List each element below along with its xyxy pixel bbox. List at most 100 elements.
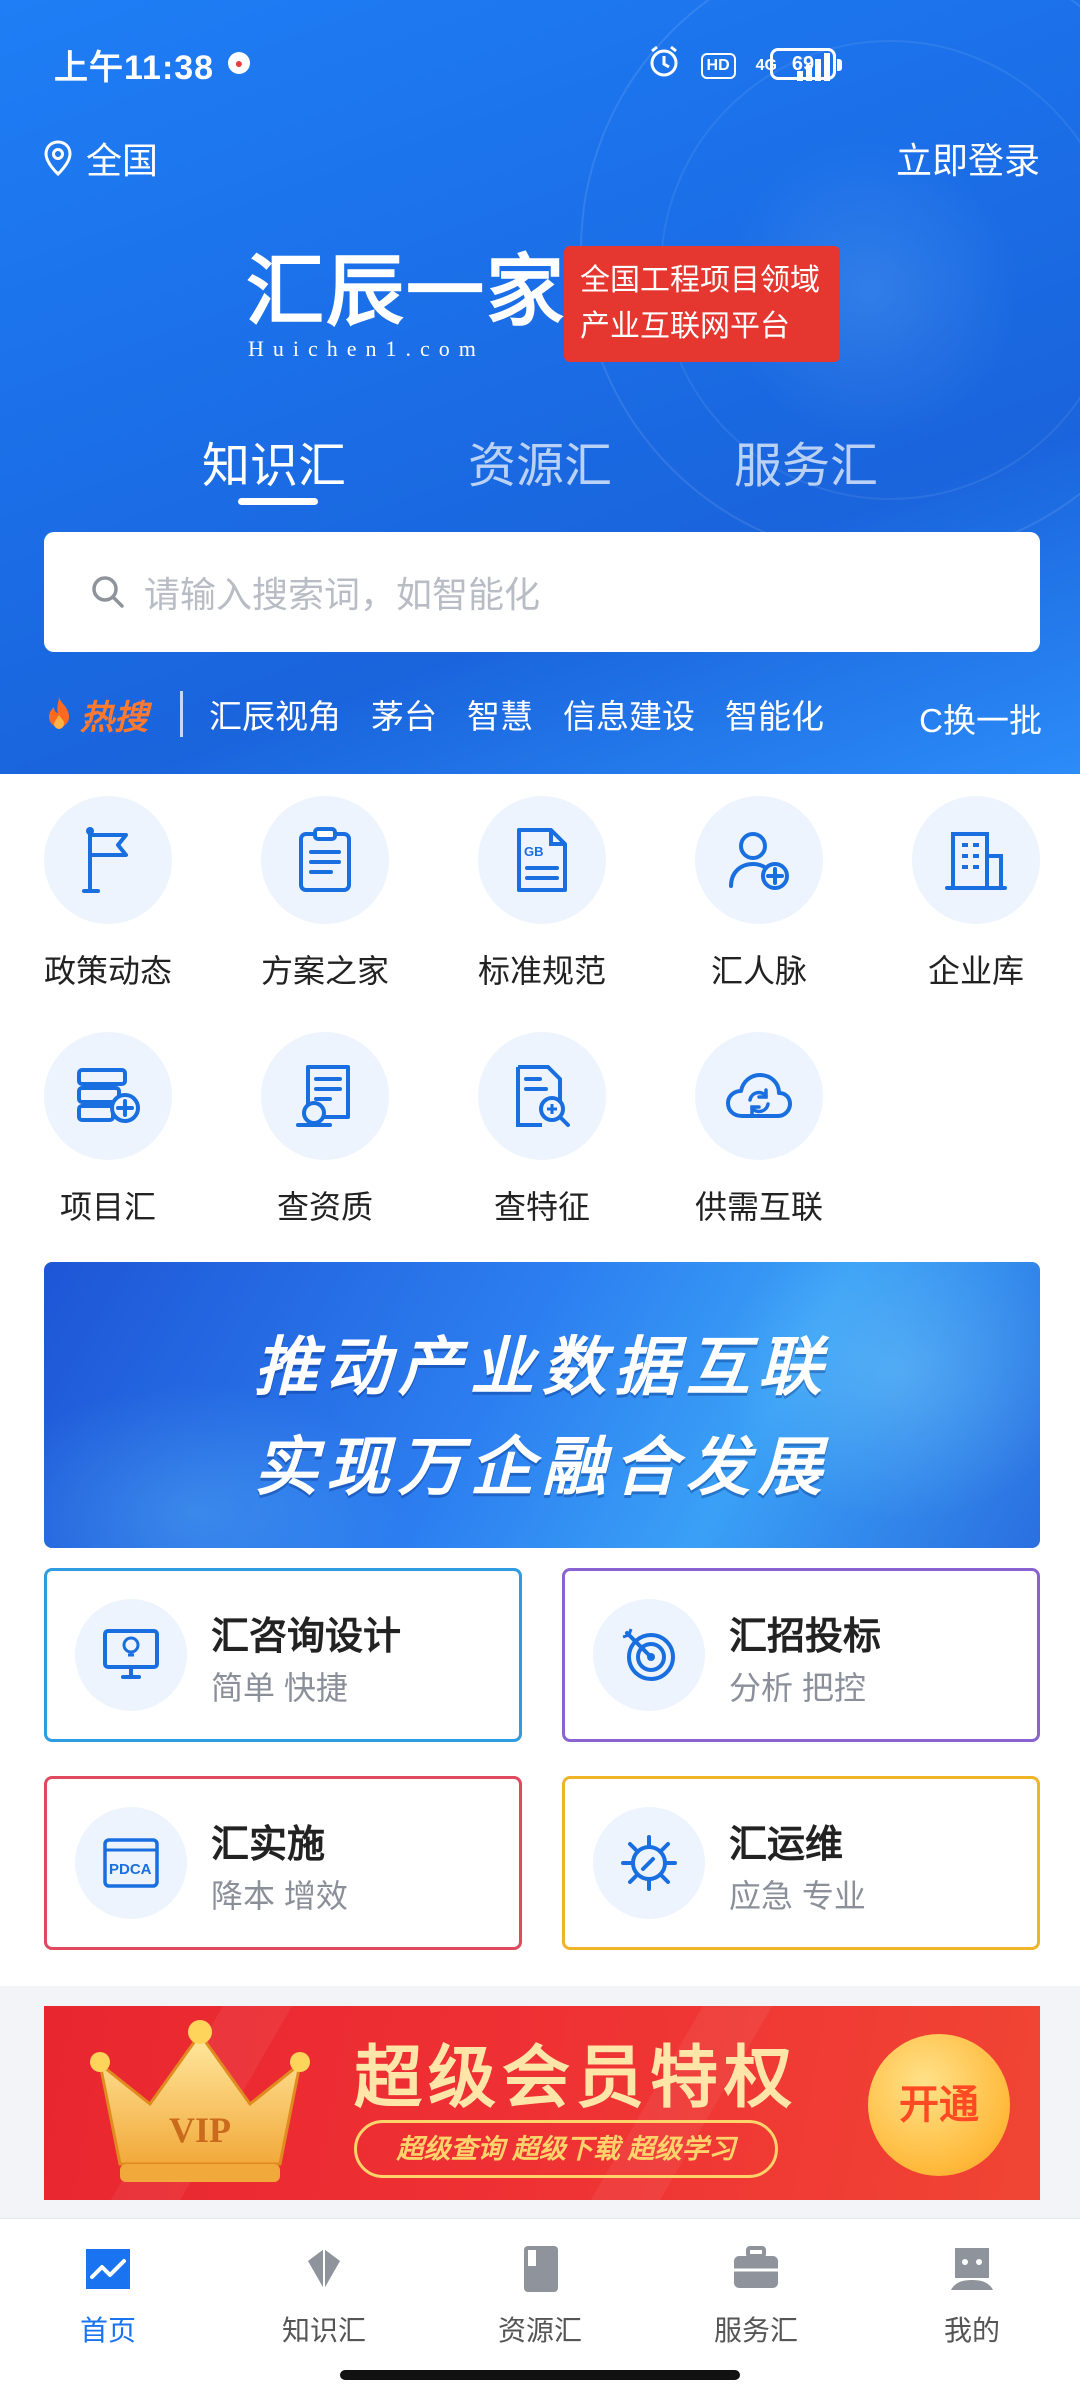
grid-label: 供需互联 (694, 1189, 823, 1225)
search-icon (92, 576, 124, 608)
hot-item[interactable]: 信息建设 (563, 690, 695, 738)
grid-label: 项目汇 (59, 1189, 156, 1225)
service-title: 汇运维 (729, 1824, 844, 1866)
status-bar: 上午11:38 ● HD 4G 69 (0, 0, 1080, 128)
search-input[interactable]: 请输入搜索词，如智能化 (44, 532, 1040, 652)
target-icon (593, 1599, 705, 1711)
battery-icon: 69 (770, 48, 842, 80)
divider (180, 691, 183, 737)
nav-label: 服务汇 (713, 2315, 798, 2346)
grid-label: 查资质 (276, 1189, 373, 1225)
alarm-icon (647, 44, 681, 87)
service-card-bidding[interactable]: 汇招投标 分析 把控 (562, 1568, 1040, 1742)
refresh-icon: C (919, 702, 943, 739)
nav-resources[interactable]: 资源汇 (470, 2241, 610, 2349)
brand-slogan: 全国工程项目领域 产业互联网平台 (564, 246, 840, 362)
hot-item[interactable]: 汇辰视角 (209, 690, 341, 738)
home-chart-icon (80, 2241, 136, 2297)
service-title: 汇招投标 (729, 1616, 882, 1658)
vip-title: 超级会员特权 (354, 2040, 799, 2116)
active-tab-indicator (238, 498, 318, 505)
grid-item-policy[interactable]: 政策动态 (28, 796, 188, 992)
nav-home[interactable]: 首页 (38, 2241, 178, 2349)
grid-label: 标准规范 (477, 953, 606, 989)
vip-crown-text: VIP (169, 2110, 231, 2150)
location-label: 全国 (86, 140, 159, 181)
vip-banner[interactable]: VIP 超级会员特权 超级查询 超级下载 超级学习 开通 (44, 2006, 1040, 2200)
slogan-line2: 产业互联网平台 (580, 310, 790, 343)
grid-label: 企业库 (927, 953, 1024, 989)
service-title: 汇咨询设计 (211, 1616, 402, 1658)
grid-item-network[interactable]: 汇人脉 (679, 796, 839, 992)
building-icon (912, 796, 1040, 924)
briefcase-icon (728, 2241, 784, 2297)
nav-label: 知识汇 (281, 2315, 366, 2346)
notification-icon: ● (228, 52, 250, 74)
banner-line2: 实现万企融合发展 (254, 1431, 830, 1503)
service-subtitle: 降本 增效 (211, 1878, 348, 1914)
pdca-icon: PDCA (75, 1807, 187, 1919)
service-subtitle: 应急 专业 (729, 1878, 866, 1914)
monitor-idea-icon (75, 1599, 187, 1711)
location-selector[interactable]: 全国 (44, 132, 158, 184)
flag-icon (44, 796, 172, 924)
grid-item-qualification[interactable]: 查资质 (245, 1032, 405, 1228)
grid-label: 汇人脉 (710, 953, 807, 989)
grid-item-solutions[interactable]: 方案之家 (245, 796, 405, 992)
vip-open-button[interactable]: 开通 (868, 2034, 1010, 2176)
top-tabs: 知识汇 资源汇 服务汇 (0, 426, 1080, 516)
tab-services[interactable]: 服务汇 (734, 426, 878, 496)
brand-name: 汇辰一家 (246, 248, 567, 335)
hot-search-row: 热搜 汇辰视角 茅台 智慧 信息建设 智能化 C换一批 (42, 688, 1042, 740)
brand-logo: 汇辰一家 Huichen1.com (246, 246, 566, 362)
promo-banner[interactable]: 推动产业数据互联 实现万企融合发展 (44, 1262, 1040, 1548)
svg-text:GB: GB (524, 844, 544, 859)
refresh-label: 换一批 (943, 702, 1042, 739)
service-card-consulting[interactable]: 汇咨询设计 简单 快捷 (44, 1568, 522, 1742)
nav-profile[interactable]: 我的 (902, 2241, 1042, 2349)
service-subtitle: 简单 快捷 (211, 1670, 348, 1706)
vip-subtitle: 超级查询 超级下载 超级学习 (354, 2120, 778, 2178)
location-pin-icon (44, 140, 72, 176)
server-add-icon (44, 1032, 172, 1160)
book-icon (512, 2241, 568, 2297)
search-placeholder: 请输入搜索词，如智能化 (144, 574, 541, 615)
grid-item-projects[interactable]: 项目汇 (28, 1032, 188, 1228)
profile-icon (944, 2241, 1000, 2297)
hot-search-label: 热搜 (42, 690, 148, 739)
grid-item-enterprise[interactable]: 企业库 (896, 796, 1056, 992)
banner-line1: 推动产业数据互联 (254, 1331, 830, 1403)
service-subtitle: 分析 把控 (729, 1670, 866, 1706)
service-card-implementation[interactable]: PDCA 汇实施 降本 增效 (44, 1776, 522, 1950)
hot-item[interactable]: 智慧 (467, 690, 533, 738)
gear-wrench-icon (593, 1807, 705, 1919)
tab-knowledge[interactable]: 知识汇 (202, 426, 346, 496)
gb-document-icon: GB (478, 796, 606, 924)
grid-item-supply-demand[interactable]: 供需互联 (679, 1032, 839, 1228)
hot-item[interactable]: 智能化 (725, 690, 824, 738)
grid-label: 方案之家 (260, 953, 389, 989)
nav-label: 我的 (943, 2315, 1000, 2346)
service-card-operations[interactable]: 汇运维 应急 专业 (562, 1776, 1040, 1950)
document-search-icon (478, 1032, 606, 1160)
tab-resources[interactable]: 资源汇 (468, 426, 612, 496)
hot-search-items: 汇辰视角 茅台 智慧 信息建设 智能化 (209, 690, 824, 738)
slogan-line1: 全国工程项目领域 (580, 264, 820, 297)
hot-search-text: 热搜 (80, 698, 148, 737)
login-link[interactable]: 立即登录 (896, 132, 1040, 184)
hot-item[interactable]: 茅台 (371, 690, 437, 738)
status-time: 上午11:38 (54, 49, 215, 87)
refresh-button[interactable]: C换一批 (919, 694, 1042, 742)
nav-knowledge[interactable]: 知识汇 (254, 2241, 394, 2349)
hd-icon: HD (700, 52, 736, 79)
grid-label: 查特征 (493, 1189, 590, 1225)
brand-domain: Huichen1.com (248, 336, 485, 361)
nav-services[interactable]: 服务汇 (686, 2241, 826, 2349)
certificate-search-icon (261, 1032, 389, 1160)
grid-label: 政策动态 (43, 953, 172, 989)
diamond-icon (296, 2241, 352, 2297)
grid-item-features[interactable]: 查特征 (462, 1032, 622, 1228)
add-user-icon (695, 796, 823, 924)
svg-text:PDCA: PDCA (109, 1861, 152, 1878)
grid-item-standards[interactable]: GB 标准规范 (462, 796, 622, 992)
